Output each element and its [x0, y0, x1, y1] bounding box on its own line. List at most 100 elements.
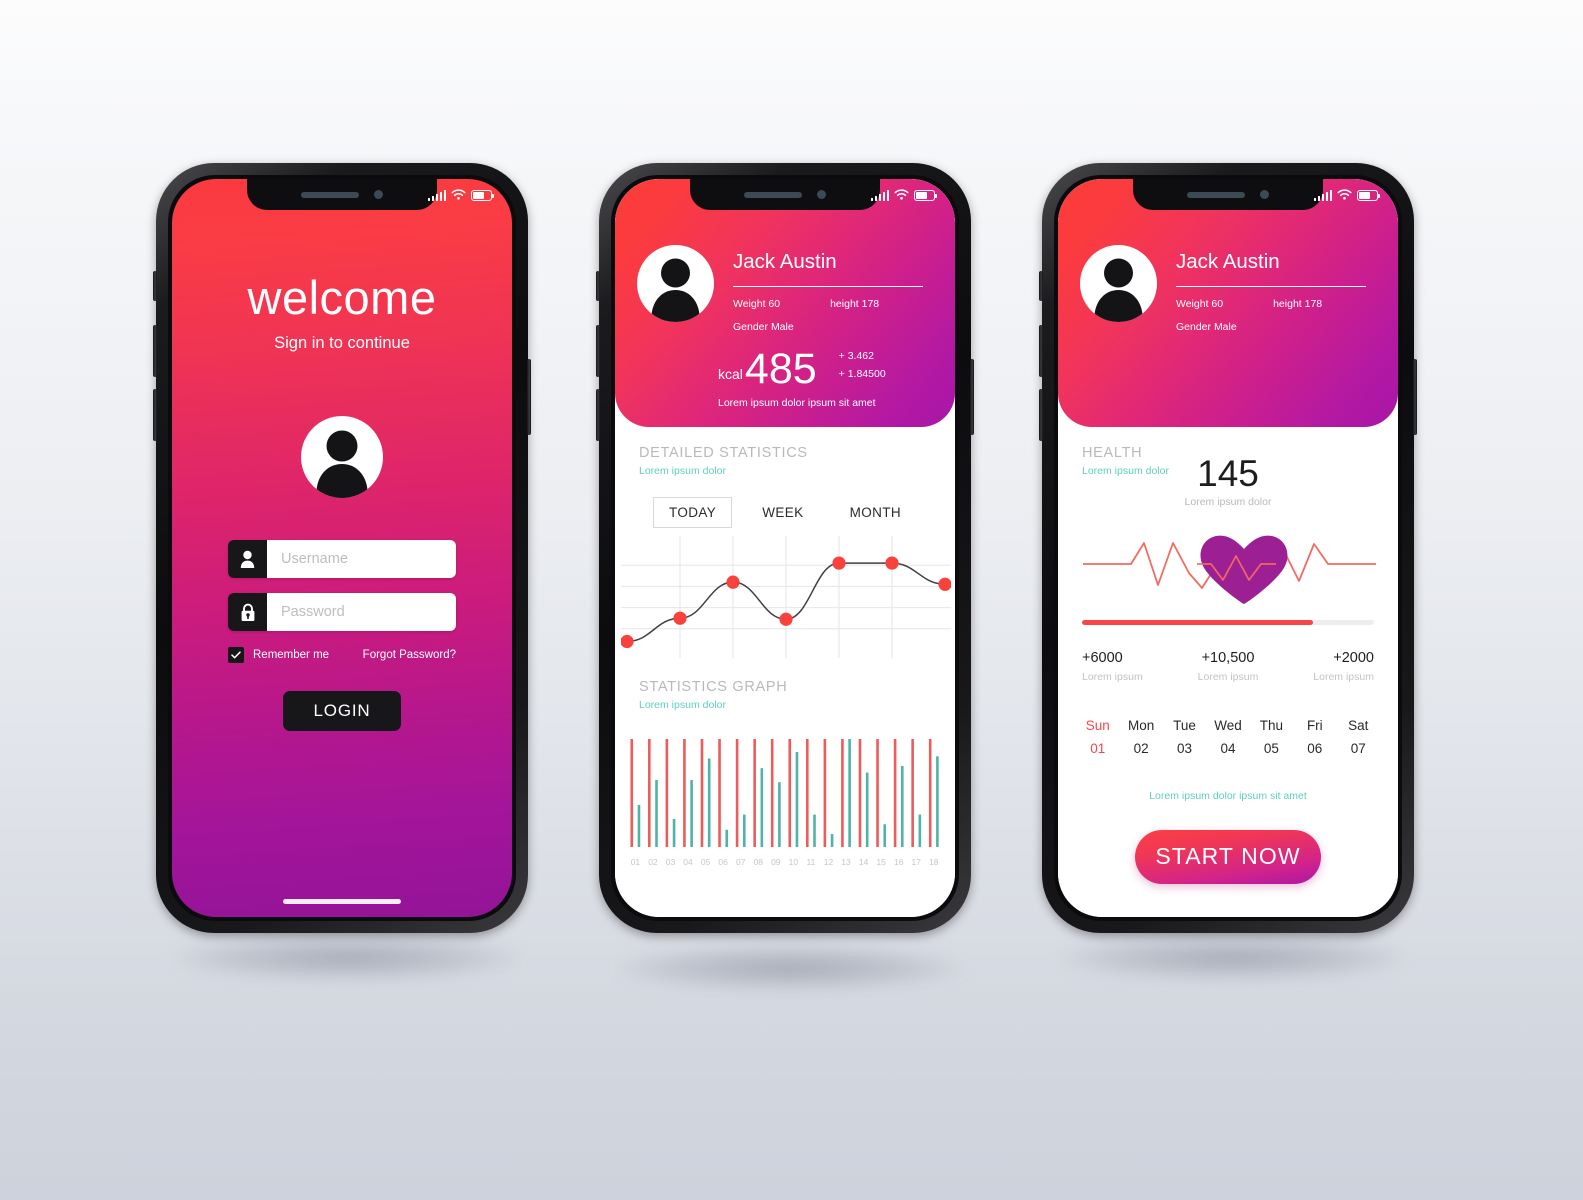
earpiece-speaker-icon: [301, 191, 359, 198]
svg-text:08: 08: [754, 857, 764, 867]
user-icon: [228, 540, 267, 578]
phone-shadow-1: [172, 935, 522, 981]
phone-shadow-3: [1058, 935, 1408, 981]
power-button[interactable]: [1413, 359, 1417, 435]
start-now-button[interactable]: START NOW: [1135, 829, 1321, 884]
remember-me-checkbox[interactable]: [228, 647, 244, 663]
tab-today[interactable]: TODAY: [652, 497, 733, 528]
cellular-signal-icon: [427, 190, 446, 201]
health-stat-2: +10,500 Lorem ipsum: [1179, 650, 1276, 683]
forgot-password-link[interactable]: Forgot Password?: [363, 649, 456, 661]
day-cell-thu[interactable]: Thu 05: [1250, 718, 1293, 756]
remember-me-label: Remember me: [253, 649, 330, 661]
user-avatar-icon: [651, 258, 700, 322]
username-field-row: [228, 540, 456, 578]
front-camera-icon: [374, 190, 383, 199]
user-avatar-icon: [1094, 258, 1143, 322]
status-bar: [427, 186, 495, 201]
volume-down-button[interactable]: [1039, 389, 1043, 441]
day-number: 04: [1220, 740, 1236, 756]
day-name: Sat: [1348, 717, 1369, 733]
tab-month[interactable]: MONTH: [834, 497, 918, 528]
front-camera-icon: [817, 190, 826, 199]
volume-down-button[interactable]: [596, 389, 600, 441]
cellular-signal-icon: [1313, 190, 1332, 201]
day-cell-mon[interactable]: Mon 02: [1119, 718, 1162, 756]
phone-health: Jack Austin Weight 60 height 178 Gender …: [1039, 163, 1417, 933]
day-cell-wed[interactable]: Wed 04: [1206, 718, 1249, 756]
day-number: 02: [1133, 740, 1149, 756]
tab-week[interactable]: WEEK: [746, 497, 819, 528]
health-stat-1: +6000 Lorem ipsum: [1082, 650, 1179, 683]
day-name: Wed: [1214, 717, 1242, 733]
power-button[interactable]: [527, 359, 531, 435]
profile-divider: [733, 286, 923, 288]
day-name: Fri: [1306, 717, 1323, 733]
health-stat-label: Lorem ipsum: [1313, 670, 1374, 683]
day-number: 07: [1350, 740, 1366, 756]
svg-text:10: 10: [789, 857, 799, 867]
statistics-graph-section: STATISTICS GRAPH Lorem ipsum dolor: [615, 679, 955, 711]
mute-switch[interactable]: [596, 271, 600, 301]
phone-notch: [690, 179, 880, 210]
power-button[interactable]: [970, 359, 974, 435]
day-cell-fri[interactable]: Fri 06: [1293, 718, 1336, 756]
avatar: [301, 416, 383, 498]
svg-text:05: 05: [701, 857, 711, 867]
profile-header: Jack Austin Weight 60 height 178 Gender …: [1058, 179, 1398, 427]
profile-name: Jack Austin: [733, 250, 837, 273]
pulse-graphic: [1058, 518, 1398, 610]
day-cell-tue[interactable]: Tue 03: [1163, 718, 1206, 756]
kcal-block: kcal 485 + 3.462 + 1.84500: [615, 348, 955, 391]
health-progress-fill: [1082, 619, 1313, 625]
mockup-stage: welcome Sign in to continue Username Rem…: [0, 0, 1583, 1200]
user-avatar-icon: [316, 430, 368, 498]
day-cell-sat[interactable]: Sat 07: [1337, 718, 1380, 756]
status-bar: [870, 186, 938, 201]
page-title: welcome: [247, 271, 437, 324]
mute-switch[interactable]: [1039, 271, 1043, 301]
wifi-icon: [1337, 189, 1352, 200]
login-button[interactable]: LOGIN: [283, 691, 401, 731]
volume-up-button[interactable]: [153, 325, 157, 377]
battery-icon: [471, 190, 495, 201]
login-options-row: Remember me Forgot Password?: [228, 647, 456, 663]
front-camera-icon: [1260, 190, 1269, 199]
week-day-selector: Sun 01 Mon 02 Tue 03 Wed 04 Thu 05 Fri 0…: [1058, 718, 1398, 756]
health-stat-value: +10,500: [1201, 649, 1255, 666]
volume-down-button[interactable]: [153, 389, 157, 441]
mute-switch[interactable]: [153, 271, 157, 301]
health-stats-row: +6000 Lorem ipsum +10,500 Lorem ipsum +2…: [1058, 650, 1398, 683]
health-stat-label: Lorem ipsum: [1197, 670, 1259, 683]
health-screen: Jack Austin Weight 60 height 178 Gender …: [1058, 179, 1398, 917]
svg-text:17: 17: [912, 857, 922, 867]
page-subtitle: Sign in to continue: [274, 334, 410, 352]
bar-chart: 01 02 03 04 05 06 07 08 09 10 11 12 13 14 15 16 17 18: [615, 725, 955, 878]
health-progress-bar: [1082, 619, 1374, 625]
remember-me-group[interactable]: Remember me: [228, 647, 329, 663]
phone-login: welcome Sign in to continue Username Rem…: [153, 163, 531, 933]
username-input[interactable]: [267, 540, 456, 578]
password-input[interactable]: [267, 593, 456, 631]
volume-up-button[interactable]: [1039, 325, 1043, 377]
day-number: 05: [1263, 740, 1279, 756]
volume-up-button[interactable]: [596, 325, 600, 377]
battery-icon: [914, 190, 938, 201]
svg-text:14: 14: [859, 857, 869, 867]
battery-icon: [1357, 190, 1381, 201]
profile-weight: Weight 60: [733, 298, 781, 311]
detailed-statistics-section: DETAILED STATISTICS Lorem ipsum dolor: [615, 445, 955, 477]
day-name: Tue: [1173, 717, 1196, 733]
profile-gender: Gender Male: [733, 321, 794, 334]
svg-text:18: 18: [929, 857, 939, 867]
home-indicator[interactable]: [283, 899, 401, 904]
detailed-statistics-subtitle: Lorem ipsum dolor: [639, 465, 726, 477]
kcal-unit-label: kcal: [718, 366, 743, 383]
day-name: Sun: [1085, 717, 1110, 733]
day-cell-sun[interactable]: Sun 01: [1076, 718, 1119, 756]
health-stat-value: +6000: [1082, 649, 1123, 666]
earpiece-speaker-icon: [1187, 191, 1245, 198]
profile-header: Jack Austin Weight 60 height 178 Gender …: [615, 179, 955, 427]
profile-gender: Gender Male: [1176, 321, 1237, 334]
statistics-graph-subtitle: Lorem ipsum dolor: [639, 699, 726, 711]
